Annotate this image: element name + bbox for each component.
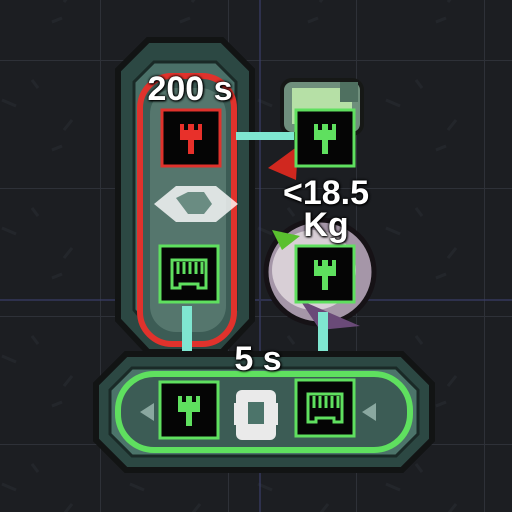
timer-input-port[interactable]: [160, 108, 222, 168]
filter-gate-icon: [234, 390, 278, 440]
automation-scene: 200 s <18.5 Kg 5 s: [0, 0, 512, 512]
timer-gate-label: 200 s: [147, 70, 233, 108]
timer-output-port[interactable]: [158, 244, 220, 304]
weight-unit-label: Kg: [303, 206, 349, 244]
filter-gate-label: 5 s: [234, 340, 282, 378]
sensor-bottom-port[interactable]: [294, 244, 356, 304]
scene-background: [0, 0, 512, 512]
sensor-top-port[interactable]: [294, 108, 356, 168]
weight-threshold-label: <18.5: [282, 174, 370, 212]
filter-left-port[interactable]: [158, 380, 220, 440]
filter-right-port[interactable]: [294, 378, 356, 438]
